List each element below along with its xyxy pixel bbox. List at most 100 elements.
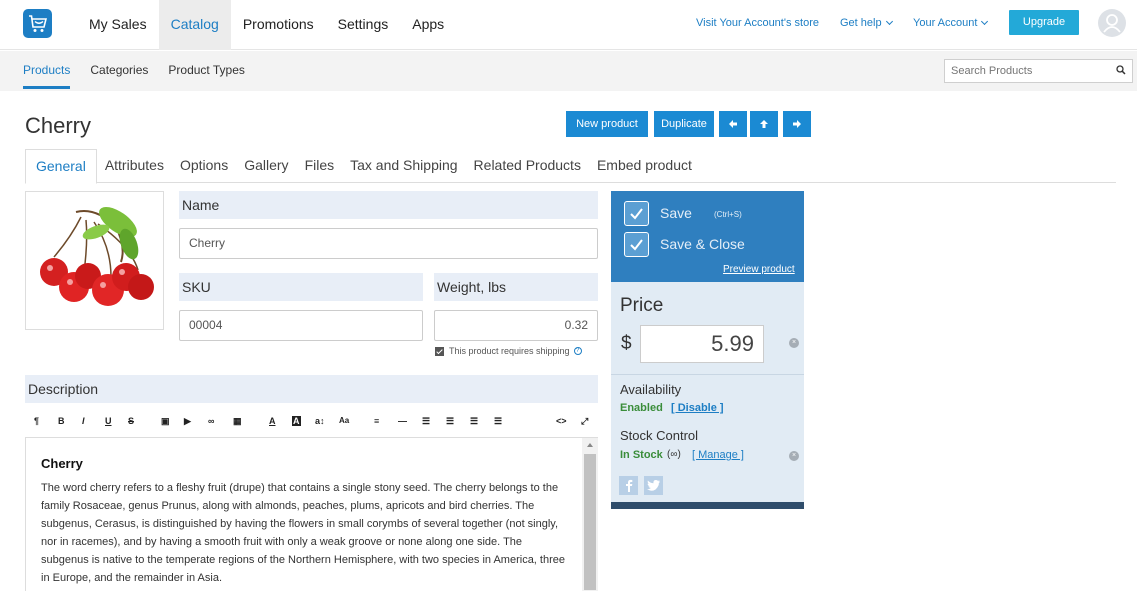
bold-icon[interactable]: B bbox=[58, 416, 65, 426]
code-view-icon[interactable]: <> bbox=[556, 416, 567, 426]
price-label: Price bbox=[620, 295, 664, 316]
save-panel: Save (Ctrl+S) Save & Close Preview produ… bbox=[611, 191, 804, 282]
tab-files[interactable]: Files bbox=[297, 149, 343, 183]
tab-embed-product[interactable]: Embed product bbox=[589, 149, 700, 183]
ecwid-logo-icon[interactable] bbox=[23, 9, 52, 38]
account-menu[interactable]: Your Account bbox=[913, 17, 989, 29]
tab-options[interactable]: Options bbox=[172, 149, 236, 183]
background-color-icon[interactable]: A bbox=[292, 416, 301, 426]
save-button[interactable]: Save bbox=[660, 205, 692, 221]
product-tabs: General Attributes Options Gallery Files… bbox=[25, 149, 1116, 184]
sub-navbar: Products Categories Product Types bbox=[0, 51, 1137, 91]
subnav-categories[interactable]: Categories bbox=[80, 51, 158, 91]
horizontal-rule-icon[interactable]: — bbox=[398, 416, 407, 426]
checkmark-icon bbox=[630, 208, 643, 220]
underline-icon[interactable]: U bbox=[105, 416, 112, 426]
paragraph-icon[interactable]: ¶ bbox=[34, 416, 39, 426]
avatar[interactable] bbox=[1098, 9, 1126, 37]
panel-divider bbox=[611, 374, 804, 375]
image-icon[interactable]: ▣ bbox=[161, 416, 170, 427]
facebook-icon[interactable] bbox=[619, 476, 638, 495]
indent-icon[interactable]: ☰ bbox=[494, 416, 502, 427]
help-icon[interactable]: ? bbox=[573, 347, 582, 355]
main-nav: My Sales Catalog Promotions Settings App… bbox=[77, 0, 456, 50]
product-image[interactable] bbox=[25, 191, 164, 330]
nav-my-sales[interactable]: My Sales bbox=[77, 0, 159, 50]
nav-apps[interactable]: Apps bbox=[400, 0, 456, 50]
search-input[interactable] bbox=[945, 60, 1105, 82]
catalog-subnav: Products Categories Product Types bbox=[13, 51, 255, 91]
sku-field[interactable]: 00004 bbox=[179, 310, 423, 341]
next-product-button[interactable] bbox=[783, 111, 811, 137]
weight-label: Weight, lbs bbox=[434, 273, 598, 301]
user-icon bbox=[1103, 14, 1121, 33]
tab-attributes[interactable]: Attributes bbox=[97, 149, 172, 183]
manage-stock-link[interactable]: [ Manage ] bbox=[692, 449, 744, 461]
arrow-right-icon bbox=[793, 120, 801, 128]
weight-field[interactable]: 0.32 bbox=[434, 310, 598, 341]
italic-icon[interactable]: I bbox=[82, 416, 85, 426]
name-field[interactable]: Cherry bbox=[179, 228, 598, 259]
scroll-up-icon[interactable] bbox=[582, 439, 598, 451]
upgrade-button[interactable]: Upgrade bbox=[1009, 10, 1079, 35]
save-shortcut: (Ctrl+S) bbox=[714, 210, 742, 219]
video-icon[interactable]: ▶ bbox=[184, 416, 191, 427]
account-label: Your Account bbox=[913, 17, 978, 29]
description-heading: Cherry bbox=[41, 456, 83, 471]
table-icon[interactable]: ▦ bbox=[233, 416, 242, 427]
font-color-icon[interactable]: A bbox=[269, 416, 276, 426]
description-body: The word cherry refers to a fleshy fruit… bbox=[41, 482, 565, 584]
visit-store-link[interactable]: Visit Your Account's store bbox=[696, 17, 819, 29]
tab-general[interactable]: General bbox=[25, 149, 97, 184]
new-product-button[interactable]: New product bbox=[566, 111, 648, 137]
availability-label: Availability bbox=[620, 382, 682, 397]
nav-settings[interactable]: Settings bbox=[326, 0, 401, 50]
description-editor[interactable]: Cherry The word cherry refers to a flesh… bbox=[25, 437, 598, 591]
save-checkbox[interactable] bbox=[624, 201, 649, 226]
stock-clear-icon[interactable]: × bbox=[789, 451, 799, 461]
tab-related-products[interactable]: Related Products bbox=[466, 149, 589, 183]
bullet-list-icon[interactable]: ☰ bbox=[422, 416, 430, 427]
requires-shipping-checkbox[interactable]: This product requires shipping ? bbox=[435, 346, 582, 356]
nav-promotions[interactable]: Promotions bbox=[231, 0, 326, 50]
previous-product-button[interactable] bbox=[719, 111, 747, 137]
save-close-button[interactable]: Save & Close bbox=[660, 236, 745, 252]
disable-link[interactable]: [ Disable ] bbox=[671, 402, 724, 414]
duplicate-button[interactable]: Duplicate bbox=[654, 111, 714, 137]
requires-shipping-label: This product requires shipping bbox=[449, 346, 570, 356]
name-label: Name bbox=[179, 191, 598, 219]
outdent-icon[interactable]: ☰ bbox=[470, 416, 478, 427]
tab-tax-and-shipping[interactable]: Tax and Shipping bbox=[342, 149, 465, 183]
nav-catalog[interactable]: Catalog bbox=[158, 0, 231, 50]
price-clear-icon[interactable]: × bbox=[789, 338, 799, 348]
editor-scrollbar[interactable] bbox=[582, 438, 598, 591]
numbered-list-icon[interactable]: ☰ bbox=[446, 416, 454, 427]
product-sidebar-panel: Save (Ctrl+S) Save & Close Preview produ… bbox=[611, 191, 804, 509]
scroll-thumb[interactable] bbox=[584, 454, 596, 590]
get-help-label: Get help bbox=[840, 17, 882, 29]
tab-gallery[interactable]: Gallery bbox=[236, 149, 296, 183]
link-icon[interactable]: ∞ bbox=[208, 416, 214, 426]
save-close-checkbox[interactable] bbox=[624, 232, 649, 257]
preview-product-link[interactable]: Preview product bbox=[723, 264, 795, 275]
search-box bbox=[944, 59, 1133, 83]
description-label: Description bbox=[25, 375, 598, 403]
up-to-list-button[interactable] bbox=[750, 111, 778, 137]
fullscreen-icon[interactable]: ⤢ bbox=[581, 416, 588, 427]
font-family-icon[interactable]: Aa bbox=[339, 416, 349, 425]
editor-toolbar: ¶ B I U S ▣ ▶ ∞ ▦ A A a↕ Aa ≡ — ☰ ☰ ☰ ☰ … bbox=[25, 412, 598, 436]
stock-status: In Stock bbox=[620, 449, 663, 461]
align-icon[interactable]: ≡ bbox=[374, 416, 379, 426]
search-icon[interactable] bbox=[1116, 65, 1126, 75]
checkmark-icon bbox=[630, 239, 643, 251]
cherry-image bbox=[40, 206, 154, 306]
twitter-icon[interactable] bbox=[644, 476, 663, 495]
strikethrough-icon[interactable]: S bbox=[128, 416, 134, 426]
get-help-menu[interactable]: Get help bbox=[840, 17, 893, 29]
currency-symbol: $ bbox=[621, 333, 632, 354]
font-size-icon[interactable]: a↕ bbox=[315, 416, 325, 426]
arrow-left-icon bbox=[729, 120, 737, 128]
price-field[interactable]: 5.99 bbox=[640, 325, 764, 363]
subnav-products[interactable]: Products bbox=[13, 51, 80, 91]
subnav-product-types[interactable]: Product Types bbox=[158, 51, 255, 91]
